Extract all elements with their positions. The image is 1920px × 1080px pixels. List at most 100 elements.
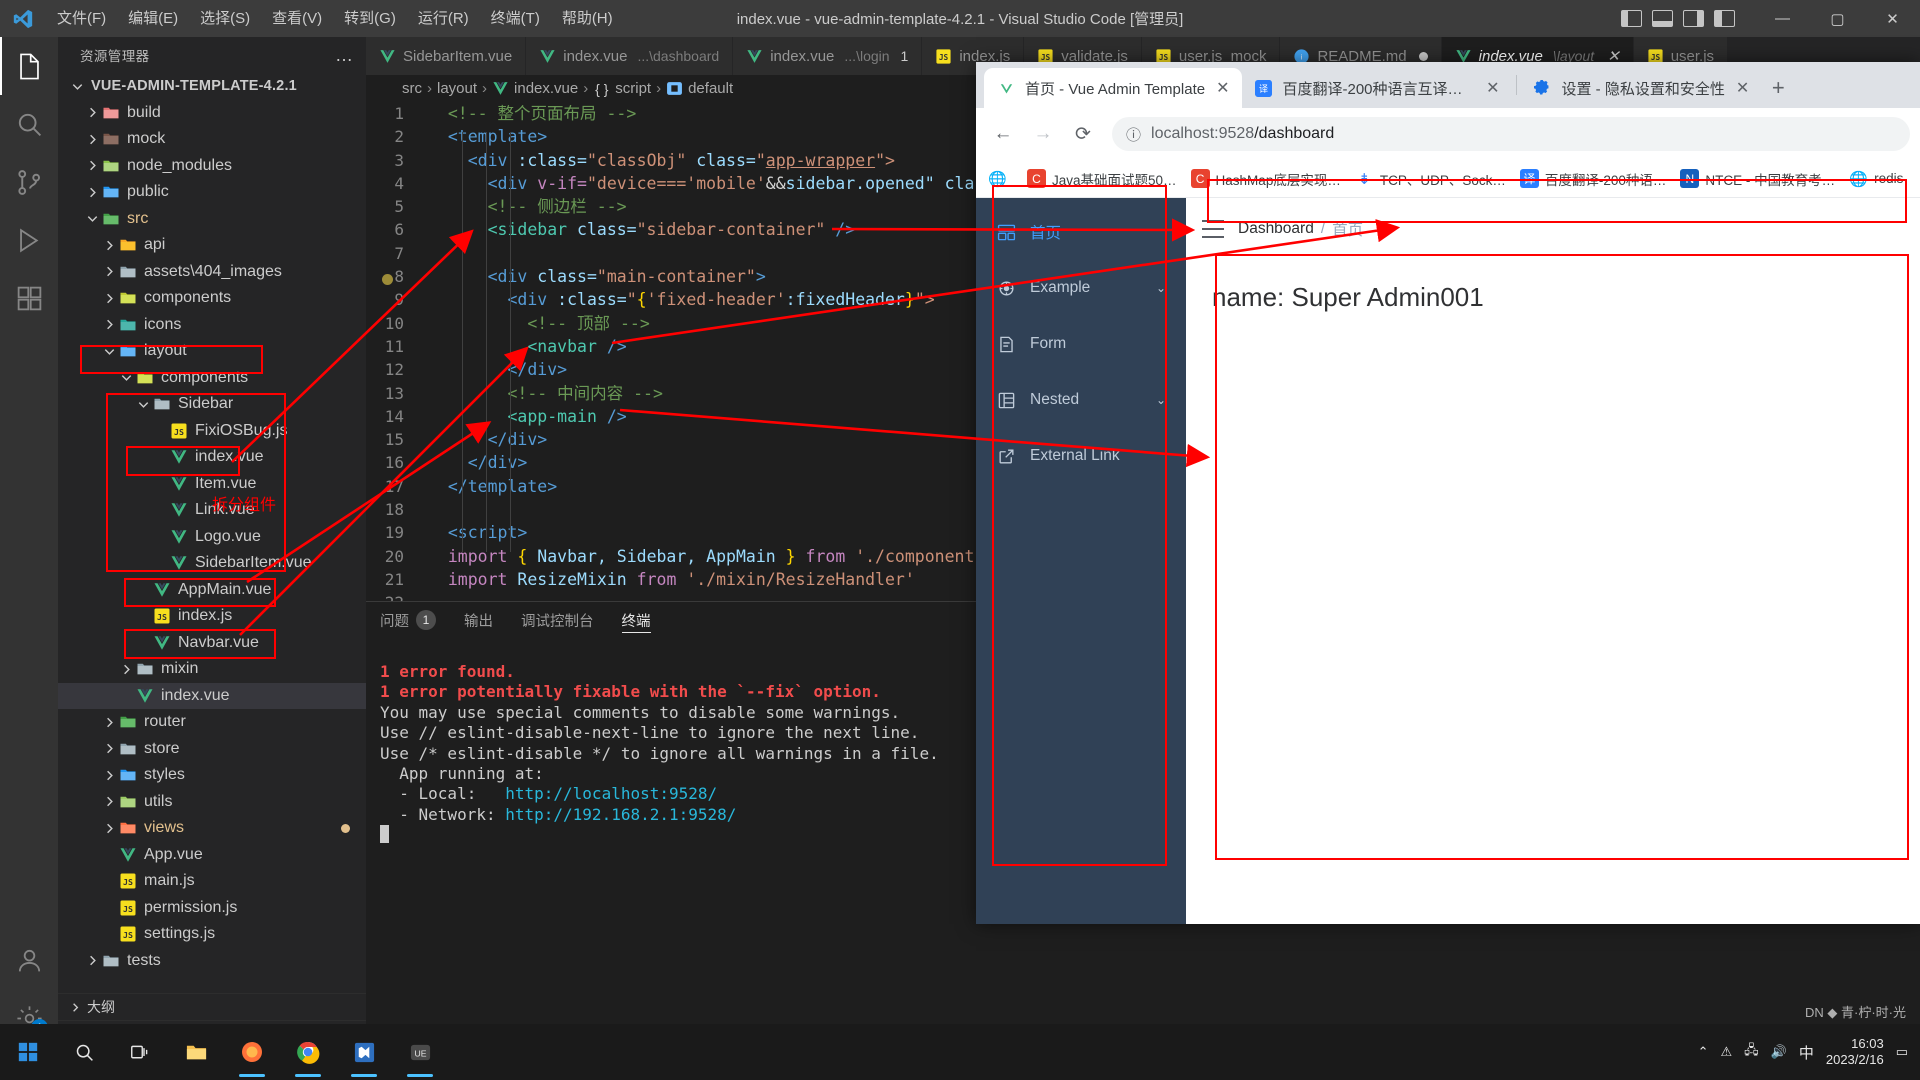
vscode-taskbar-icon[interactable] (336, 1024, 392, 1080)
clock[interactable]: 16:03 2023/2/16 (1826, 1036, 1884, 1069)
reload-button[interactable]: ⟳ (1066, 117, 1100, 151)
hamburger-icon[interactable] (1202, 220, 1224, 238)
minimize-button[interactable]: — (1755, 0, 1810, 37)
notification-icon[interactable]: ▭ (1896, 1044, 1908, 1060)
tray-network-icon[interactable]: 🖧 (1744, 1041, 1759, 1063)
tree-row[interactable]: src (58, 206, 366, 233)
ime-indicator[interactable]: 中 (1799, 1042, 1814, 1063)
close-tab-icon[interactable]: ✕ (1216, 78, 1229, 98)
chevron-right-icon[interactable] (85, 105, 100, 120)
menubar[interactable]: 文件(F) 编辑(E) 选择(S) 查看(V) 转到(G) 运行(R) 终端(T… (46, 0, 624, 37)
bookmark-item[interactable]: C HashMap底层实现… (1190, 169, 1341, 189)
customize-layout-icon[interactable] (1714, 10, 1735, 27)
task-view-icon[interactable] (112, 1024, 168, 1080)
section-outline[interactable]: 大纲 (58, 993, 366, 1020)
bookmark-item[interactable]: ⇟ TCP、UDP、Sock… (1355, 169, 1506, 189)
menu-view[interactable]: 查看(V) (261, 0, 333, 37)
tree-row[interactable]: Logo.vue (58, 524, 366, 551)
chevron-right-icon[interactable] (102, 291, 117, 306)
tree-row[interactable]: api (58, 232, 366, 259)
tree-row[interactable]: node_modules (58, 153, 366, 180)
firefox-icon[interactable] (224, 1024, 280, 1080)
tray-expand-icon[interactable]: ⌃ (1698, 1044, 1709, 1060)
tree-row[interactable]: SidebarItem.vue (58, 550, 366, 577)
file-tree[interactable]: VUE-ADMIN-TEMPLATE-4.2.1 build mock node… (58, 73, 366, 974)
panel-tab[interactable]: 问题 1 (380, 602, 436, 638)
tree-row[interactable]: public (58, 179, 366, 206)
new-tab-button[interactable]: + (1761, 71, 1795, 105)
vue-menu-item[interactable]: External Link (976, 428, 1186, 484)
maximize-button[interactable]: ▢ (1810, 0, 1865, 37)
close-tab-icon[interactable]: ✕ (1486, 78, 1499, 98)
tree-row[interactable]: JS settings.js (58, 921, 366, 948)
chevron-right-icon[interactable] (102, 238, 117, 253)
toggle-primary-sidebar-icon[interactable] (1621, 10, 1642, 27)
start-button-icon[interactable] (0, 1024, 56, 1080)
chevron-right-icon[interactable] (102, 715, 117, 730)
bookmark-item[interactable]: 译百度翻译-200种语… (1519, 169, 1666, 189)
tree-row[interactable]: mixin (58, 656, 366, 683)
tree-row[interactable]: router (58, 709, 366, 736)
tree-row[interactable]: tests (58, 948, 366, 975)
chevron-right-icon[interactable] (102, 794, 117, 809)
panel-tab[interactable]: 终端 (621, 602, 651, 638)
address-bar[interactable]: ⓘ localhost:9528/dashboard (1112, 117, 1910, 151)
breadcrumb-indexvue[interactable]: index.vue (514, 80, 578, 97)
back-button[interactable]: ← (986, 117, 1020, 151)
editor-tab[interactable]: SidebarItem.vue (366, 37, 527, 75)
forward-button[interactable]: → (1026, 117, 1060, 151)
breadcrumb-default[interactable]: default (688, 80, 733, 97)
tree-row[interactable]: components (58, 285, 366, 312)
tree-row[interactable]: JS FixiOSBug.js (58, 418, 366, 445)
chevron-down-icon[interactable] (136, 397, 151, 412)
panel-tab[interactable]: 输出 (464, 602, 493, 638)
tree-row[interactable]: assets\404_images (58, 259, 366, 286)
chevron-right-icon[interactable] (102, 317, 117, 332)
menu-edit[interactable]: 编辑(E) (117, 0, 189, 37)
chevron-right-icon[interactable] (102, 741, 117, 756)
tree-row[interactable]: AppMain.vue (58, 577, 366, 604)
site-info-icon[interactable]: ⓘ (1126, 124, 1141, 145)
tree-row[interactable]: Sidebar (58, 391, 366, 418)
breadcrumb-script[interactable]: script (615, 80, 651, 97)
editor-tab[interactable]: index.vue ...\login 1 (733, 37, 923, 75)
vue-menu-item[interactable]: Form (976, 316, 1186, 372)
bookmarks-bar[interactable]: 🌐 C Java基础面试题50… C HashMap底层实现… ⇟ TCP、UDP、Sock… (976, 160, 1920, 198)
chevron-right-icon[interactable] (85, 158, 100, 173)
tree-row[interactable]: store (58, 736, 366, 763)
tree-row[interactable]: Item.vue (58, 471, 366, 498)
chevron-right-icon[interactable] (85, 953, 100, 968)
chrome-tab[interactable]: 设置 - 隐私设置和安全性 ✕ (1521, 68, 1762, 108)
extensions-icon[interactable] (0, 269, 58, 327)
file-explorer-icon[interactable] (168, 1024, 224, 1080)
taskbar-search-icon[interactable] (56, 1024, 112, 1080)
vue-admin-sidebar[interactable]: 首页 Example ⌄ Form Nested ⌄ External Link (976, 198, 1186, 924)
panel-tab[interactable]: 调试控制台 (521, 602, 594, 638)
tray-volume-icon[interactable]: 🔊 (1771, 1044, 1787, 1060)
explorer-icon[interactable] (0, 37, 58, 95)
menu-select[interactable]: 选择(S) (189, 0, 261, 37)
tree-row[interactable]: views (58, 815, 366, 842)
chevron-down-icon[interactable] (102, 344, 117, 359)
tray-warning-icon[interactable]: ⚠ (1721, 1044, 1733, 1060)
bookmark-item[interactable]: C Java基础面试题50… (1027, 169, 1177, 189)
tree-row[interactable]: Link.vue (58, 497, 366, 524)
chevron-right-icon[interactable] (102, 768, 117, 783)
tree-row[interactable]: JS main.js (58, 868, 366, 895)
tree-row[interactable]: App.vue (58, 842, 366, 869)
layout-toggles[interactable] (1621, 10, 1735, 27)
tree-row[interactable]: components (58, 365, 366, 392)
chevron-down-icon[interactable] (85, 211, 100, 226)
tree-row[interactable]: layout (58, 338, 366, 365)
tree-row[interactable]: JS permission.js (58, 895, 366, 922)
chrome-tabstrip[interactable]: 首页 - Vue Admin Template ✕ 译 百度翻译-200种语言互… (976, 62, 1920, 108)
tree-row[interactable]: build (58, 100, 366, 127)
tree-row-root[interactable]: VUE-ADMIN-TEMPLATE-4.2.1 (58, 73, 366, 100)
run-debug-icon[interactable] (0, 211, 58, 269)
menu-run[interactable]: 运行(R) (407, 0, 480, 37)
breadcrumb-src[interactable]: src (402, 80, 422, 97)
tree-row[interactable]: index.vue (58, 444, 366, 471)
tree-row[interactable]: styles (58, 762, 366, 789)
menu-go[interactable]: 转到(G) (333, 0, 407, 37)
window-controls[interactable]: — ▢ ✕ (1755, 0, 1920, 37)
